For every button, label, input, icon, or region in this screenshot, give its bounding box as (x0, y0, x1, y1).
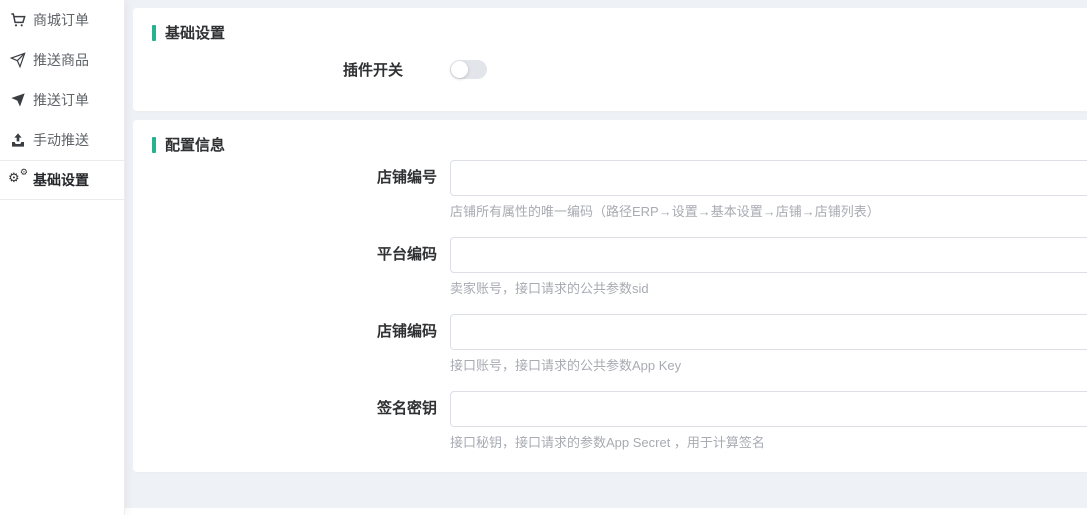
sign-secret-hint: 接口秘钥，接口请求的参数App Secret ，用于计算签名 (450, 435, 1087, 451)
form-row-shop-code: 店铺编码 接口账号，接口请求的公共参数App Key (152, 314, 1087, 374)
footer-strip (125, 508, 1087, 515)
gears-icon: ⚙⚙ (9, 172, 26, 189)
sidebar-item-push-orders[interactable]: 推送订单 (0, 80, 124, 120)
section-accent-bar (152, 137, 156, 153)
plugin-switch-label: 插件开关 (152, 59, 403, 80)
sidebar-item-mall-orders[interactable]: 商城订单 (0, 0, 124, 40)
sidebar-item-push-products[interactable]: 推送商品 (0, 40, 124, 80)
basic-settings-title: 基础设置 (152, 22, 1087, 43)
shop-number-label: 店铺编号 (152, 160, 437, 220)
shop-code-hint: 接口账号，接口请求的公共参数App Key (450, 358, 1087, 374)
upload-icon (9, 132, 26, 149)
platform-code-input[interactable] (450, 237, 1087, 273)
section-accent-bar (152, 25, 156, 41)
form-row-shop-number: 店铺编号 店铺所有属性的唯一编码（路径ERP→设置→基本设置→店铺→店铺列表） (152, 160, 1087, 220)
sidebar: 商城订单 推送商品 推送订单 (0, 0, 125, 515)
sidebar-item-label: 推送商品 (33, 50, 89, 70)
config-info-card: 配置信息 店铺编号 店铺所有属性的唯一编码（路径ERP→设置→基本设置→店铺→店… (133, 120, 1087, 472)
plugin-switch-toggle[interactable] (450, 60, 487, 79)
sign-secret-input[interactable] (450, 391, 1087, 427)
basic-settings-card: 基础设置 插件开关 (133, 8, 1087, 111)
main-content: 基础设置 插件开关 配置信息 店铺编号 店铺所有属性的唯一编码 (125, 0, 1087, 515)
config-info-title: 配置信息 (152, 134, 1087, 155)
sign-secret-label: 签名密钥 (152, 391, 437, 451)
plugin-switch-row: 插件开关 (152, 59, 1087, 80)
form-row-sign-secret: 签名密钥 接口秘钥，接口请求的参数App Secret ，用于计算签名 (152, 391, 1087, 451)
sidebar-item-label: 基础设置 (33, 170, 89, 190)
cart-icon (9, 12, 26, 29)
app-window: 商城订单 推送商品 推送订单 (0, 0, 1087, 515)
shop-number-hint: 店铺所有属性的唯一编码（路径ERP→设置→基本设置→店铺→店铺列表） (450, 204, 1087, 220)
sidebar-item-label: 商城订单 (33, 10, 89, 30)
toggle-knob (451, 61, 468, 78)
paper-plane-icon (9, 92, 26, 109)
background-spacer (133, 472, 1087, 508)
shop-number-input[interactable] (450, 160, 1087, 196)
section-title-text: 配置信息 (165, 134, 225, 155)
shop-code-label: 店铺编码 (152, 314, 437, 374)
sidebar-item-label: 手动推送 (33, 130, 89, 150)
sidebar-item-label: 推送订单 (33, 90, 89, 110)
paper-plane-outline-icon (9, 52, 26, 69)
platform-code-label: 平台编码 (152, 237, 437, 297)
section-title-text: 基础设置 (165, 22, 225, 43)
sidebar-item-manual-push[interactable]: 手动推送 (0, 120, 124, 160)
form-row-platform-code: 平台编码 卖家账号，接口请求的公共参数sid (152, 237, 1087, 297)
platform-code-hint: 卖家账号，接口请求的公共参数sid (450, 281, 1087, 297)
config-form: 店铺编号 店铺所有属性的唯一编码（路径ERP→设置→基本设置→店铺→店铺列表） … (152, 160, 1087, 451)
shop-code-input[interactable] (450, 314, 1087, 350)
sidebar-item-basic-settings[interactable]: ⚙⚙ 基础设置 (0, 160, 124, 200)
